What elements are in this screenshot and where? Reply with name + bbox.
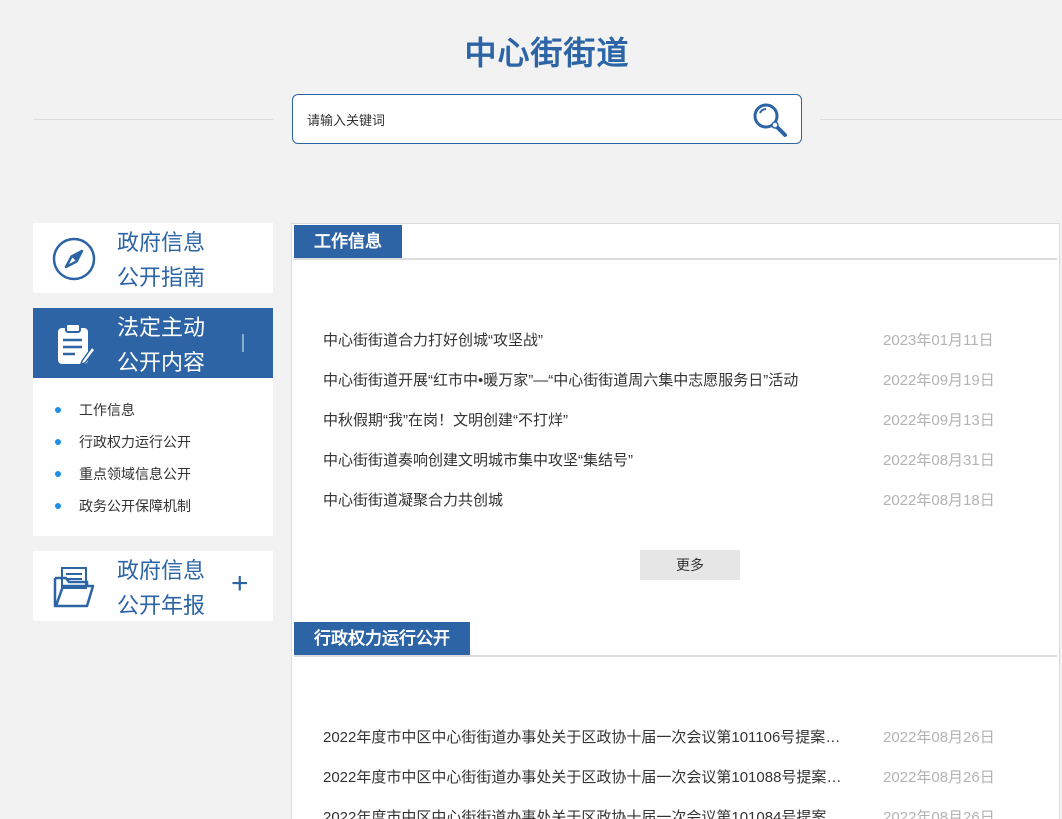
list-item-title[interactable]: 中心街街道开展“红市中•暖万家”—“中心街街道周六集中志愿服务日”活动 — [323, 366, 849, 396]
list-item-title[interactable]: 中心街街道奏响创建文明城市集中攻坚“集结号” — [323, 446, 849, 476]
sidebar-card-statutory[interactable]: 法定主动 公开内容 — [33, 308, 273, 378]
list-item-date: 2022年08月26日 — [883, 769, 995, 786]
sidebar-sub-item[interactable]: 政务公开保障机制 — [33, 491, 273, 523]
list-item-title[interactable]: 2022年度市中区中心街街道办事处关于区政协十届一次会议第101106号提案的答… — [323, 723, 849, 753]
sidebar-card-annual-report[interactable]: 政府信息 公开年报 + — [33, 551, 273, 621]
list-item[interactable]: 2022年度市中区中心街街道办事处关于区政协十届一次会议第101106号提案的答… — [323, 723, 1003, 753]
more-button[interactable]: 更多 — [640, 550, 740, 580]
compass-icon — [51, 236, 97, 282]
active-indicator — [242, 334, 244, 352]
sidebar-sub-item[interactable]: 重点领域信息公开 — [33, 459, 273, 491]
section-divider — [294, 655, 1057, 657]
list-item-title[interactable]: 2022年度市中区中心街街道办事处关于区政协十届一次会议第101084号提案的答… — [323, 803, 849, 819]
header-divider-left — [33, 119, 273, 120]
list-item-title[interactable]: 中心街街道凝聚合力共创城 — [323, 486, 849, 516]
list-item-title[interactable]: 中心街街道合力打好创城“攻坚战” — [323, 326, 849, 356]
list-item[interactable]: 中心街街道凝聚合力共创城 2022年08月18日 — [323, 486, 1003, 516]
expand-icon[interactable]: + — [231, 567, 249, 601]
list-item-date: 2022年08月31日 — [883, 452, 995, 469]
folder-icon — [51, 564, 97, 610]
list-item-date: 2022年08月26日 — [883, 809, 995, 819]
list-item[interactable]: 中心街街道开展“红市中•暖万家”—“中心街街道周六集中志愿服务日”活动 2022… — [323, 366, 1003, 396]
sidebar-card-guide[interactable]: 政府信息 公开指南 — [33, 223, 273, 293]
list-item[interactable]: 中心街街道奏响创建文明城市集中攻坚“集结号” 2022年08月31日 — [323, 446, 1003, 476]
sidebar-sub-list: 工作信息 行政权力运行公开 重点领域信息公开 政务公开保障机制 — [33, 378, 273, 536]
list-item[interactable]: 中心街街道合力打好创城“攻坚战” 2023年01月11日 — [323, 326, 1003, 356]
list-item-date: 2022年09月19日 — [883, 372, 995, 389]
list-item-date: 2022年08月26日 — [883, 729, 995, 746]
list-item-date: 2022年08月18日 — [883, 492, 995, 509]
section-title-work-info: 工作信息 — [294, 225, 402, 259]
header-divider-right — [820, 119, 1062, 120]
list-item[interactable]: 中秋假期“我”在岗！文明创建“不打烊” 2022年09月13日 — [323, 406, 1003, 436]
sidebar-card-label: 政府信息 公开指南 — [117, 230, 206, 290]
list-item-title[interactable]: 中秋假期“我”在岗！文明创建“不打烊” — [323, 406, 849, 436]
search-box — [292, 94, 802, 144]
section-divider — [294, 258, 1057, 260]
list-item[interactable]: 2022年度市中区中心街街道办事处关于区政协十届一次会议第101084号提案的答… — [323, 803, 1003, 819]
main-panel: 工作信息 中心街街道合力打好创城“攻坚战” 2023年01月11日 中心街街道开… — [291, 223, 1060, 819]
list-item-date: 2023年01月11日 — [883, 332, 994, 349]
sidebar-sub-item[interactable]: 工作信息 — [33, 395, 273, 427]
sidebar-card-label: 法定主动 公开内容 — [117, 315, 206, 375]
list-item-title[interactable]: 2022年度市中区中心街街道办事处关于区政协十届一次会议第101088号提案的答… — [323, 763, 849, 793]
clipboard-icon — [51, 321, 97, 367]
sidebar-sub-item[interactable]: 行政权力运行公开 — [33, 427, 273, 459]
list-item-date: 2022年09月13日 — [883, 412, 995, 429]
section-title-admin-power: 行政权力运行公开 — [294, 622, 470, 656]
sidebar-card-label: 政府信息 公开年报 — [117, 558, 206, 618]
list-item[interactable]: 2022年度市中区中心街街道办事处关于区政协十届一次会议第101088号提案的答… — [323, 763, 1003, 793]
search-icon[interactable] — [751, 101, 789, 139]
site-title: 中心街街道 — [464, 35, 630, 71]
search-input[interactable] — [307, 109, 727, 131]
